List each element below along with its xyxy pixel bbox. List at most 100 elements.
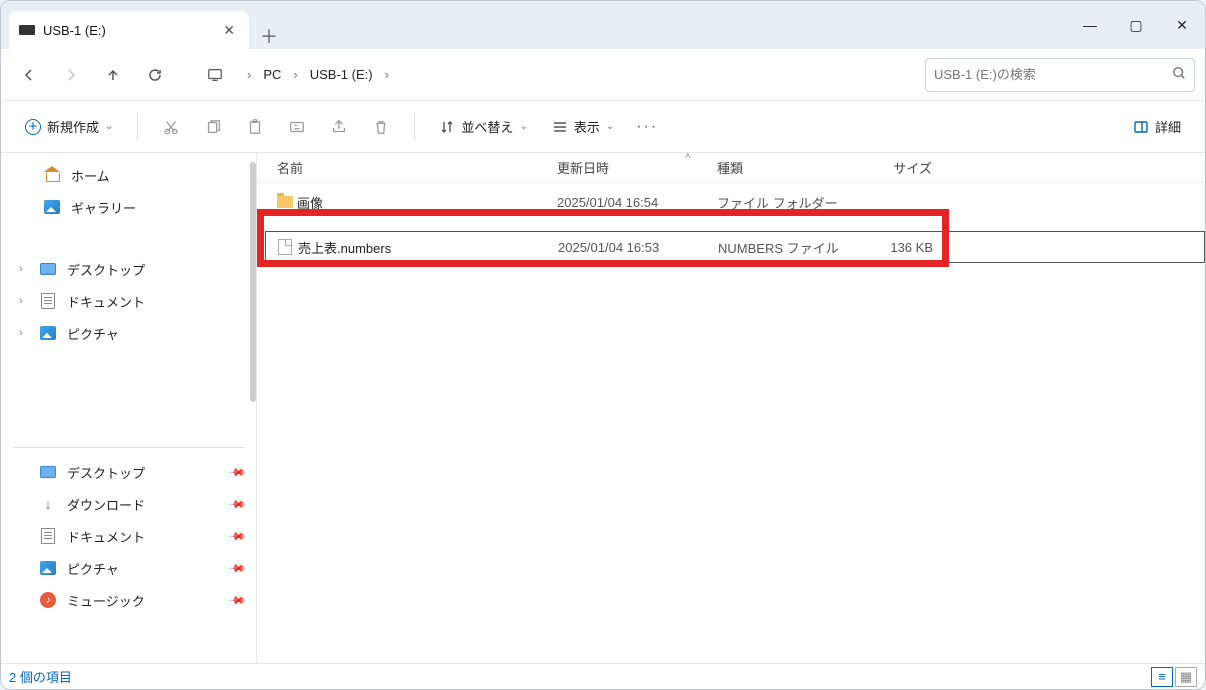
column-headers: ˄ 名前 更新日時 種類 サイズ bbox=[257, 153, 1205, 183]
titlebar: USB-1 (E:) ✕ ＋ — ▢ ✕ bbox=[1, 1, 1205, 49]
sidebar-label: ピクチャ bbox=[67, 559, 119, 578]
sidebar-quick-desktop[interactable]: デスクトップ 📌 bbox=[1, 456, 256, 488]
close-window-button[interactable]: ✕ bbox=[1159, 1, 1205, 49]
table-row[interactable]: 売上表.numbers 2025/01/04 16:53 NUMBERS ファイ… bbox=[265, 231, 1205, 263]
file-date: 2025/01/04 16:53 bbox=[558, 240, 718, 255]
search-box[interactable] bbox=[925, 58, 1195, 92]
icons-view-button[interactable]: ▦ bbox=[1175, 667, 1197, 687]
address-bar-row: › PC › USB-1 (E:) › bbox=[1, 49, 1205, 101]
chevron-right-icon[interactable]: › bbox=[383, 67, 391, 82]
file-type: ファイル フォルダー bbox=[717, 193, 852, 212]
sidebar-label: デスクトップ bbox=[67, 260, 145, 279]
breadcrumb-drive[interactable]: USB-1 (E:) bbox=[302, 61, 381, 88]
pin-icon: 📌 bbox=[228, 527, 247, 546]
sidebar-quick-downloads[interactable]: ↓ ダウンロード 📌 bbox=[1, 488, 256, 520]
delete-button[interactable] bbox=[362, 108, 400, 146]
drive-icon bbox=[19, 25, 35, 35]
up-button[interactable] bbox=[95, 57, 131, 93]
divider bbox=[13, 447, 244, 448]
chevron-right-icon[interactable]: › bbox=[245, 67, 253, 82]
maximize-button[interactable]: ▢ bbox=[1113, 1, 1159, 49]
explorer-window: USB-1 (E:) ✕ ＋ — ▢ ✕ › PC › USB-1 (E:) › bbox=[0, 0, 1206, 690]
rows-container: 画像 2025/01/04 16:54 ファイル フォルダー 売上表.numbe… bbox=[257, 183, 1205, 663]
desktop-icon bbox=[39, 463, 57, 481]
column-date[interactable]: 更新日時 bbox=[557, 158, 717, 177]
sidebar-label: ミュージック bbox=[67, 591, 145, 610]
close-tab-icon[interactable]: ✕ bbox=[219, 22, 239, 39]
new-tab-button[interactable]: ＋ bbox=[249, 23, 289, 49]
rename-button[interactable] bbox=[278, 108, 316, 146]
sidebar-documents[interactable]: › ドキュメント bbox=[1, 285, 256, 317]
view-icon bbox=[552, 119, 568, 135]
table-row[interactable]: 画像 2025/01/04 16:54 ファイル フォルダー bbox=[265, 187, 1205, 217]
more-button[interactable]: ··· bbox=[628, 108, 666, 146]
sidebar-home[interactable]: ホーム bbox=[1, 159, 256, 191]
expand-icon[interactable]: › bbox=[19, 327, 23, 339]
tab-title: USB-1 (E:) bbox=[43, 23, 211, 38]
file-date: 2025/01/04 16:54 bbox=[557, 195, 717, 210]
sidebar-pictures[interactable]: › ピクチャ bbox=[1, 317, 256, 349]
view-mode-buttons: ≡ ▦ bbox=[1151, 667, 1197, 687]
sidebar-scrollbar[interactable] bbox=[250, 162, 256, 402]
chevron-down-icon: ⌄ bbox=[606, 121, 614, 132]
folder-icon bbox=[277, 196, 297, 208]
breadcrumb-pc[interactable]: PC bbox=[255, 61, 289, 88]
status-bar: 2 個の項目 ≡ ▦ bbox=[1, 663, 1205, 689]
details-view-button[interactable]: ≡ bbox=[1151, 667, 1173, 687]
home-icon bbox=[43, 166, 61, 184]
minimize-button[interactable]: — bbox=[1067, 1, 1113, 49]
pictures-icon bbox=[39, 559, 57, 577]
document-icon bbox=[39, 292, 57, 310]
sidebar-quick-pictures[interactable]: ピクチャ 📌 bbox=[1, 552, 256, 584]
pin-icon: 📌 bbox=[228, 463, 247, 482]
file-size: 136 KB bbox=[853, 240, 933, 255]
share-button[interactable] bbox=[320, 108, 358, 146]
sidebar-label: ホーム bbox=[71, 166, 110, 185]
separator bbox=[137, 114, 138, 140]
pc-icon[interactable] bbox=[197, 57, 233, 93]
column-name[interactable]: 名前 bbox=[277, 158, 557, 177]
refresh-button[interactable] bbox=[137, 57, 173, 93]
desktop-icon bbox=[39, 260, 57, 278]
sidebar-label: ダウンロード bbox=[67, 495, 145, 514]
sort-indicator-icon: ˄ bbox=[685, 151, 691, 162]
gallery-icon bbox=[43, 198, 61, 216]
sort-label: 並べ替え bbox=[461, 117, 513, 136]
view-button[interactable]: 表示 ⌄ bbox=[542, 111, 624, 142]
search-icon[interactable] bbox=[1172, 66, 1186, 83]
sidebar: ホーム ギャラリー › デスクトップ › ドキュメント › ピクチャ bbox=[1, 153, 257, 663]
column-size[interactable]: サイズ bbox=[852, 158, 932, 177]
forward-button[interactable] bbox=[53, 57, 89, 93]
file-name: 売上表.numbers bbox=[298, 238, 558, 257]
sort-button[interactable]: 並べ替え ⌄ bbox=[429, 111, 537, 142]
new-button[interactable]: + 新規作成 ⌄ bbox=[15, 111, 123, 142]
file-name: 画像 bbox=[297, 193, 557, 212]
view-label: 表示 bbox=[574, 117, 600, 136]
chevron-right-icon[interactable]: › bbox=[291, 67, 299, 82]
sidebar-label: ピクチャ bbox=[67, 324, 119, 343]
sidebar-label: ドキュメント bbox=[67, 527, 145, 546]
search-input[interactable] bbox=[934, 67, 1166, 82]
expand-icon[interactable]: › bbox=[19, 263, 23, 275]
paste-button[interactable] bbox=[236, 108, 274, 146]
tab-active[interactable]: USB-1 (E:) ✕ bbox=[9, 11, 249, 49]
back-button[interactable] bbox=[11, 57, 47, 93]
sidebar-quick-documents[interactable]: ドキュメント 📌 bbox=[1, 520, 256, 552]
item-count: 2 個の項目 bbox=[9, 667, 72, 686]
document-icon bbox=[39, 527, 57, 545]
sort-icon bbox=[439, 119, 455, 135]
pin-icon: 📌 bbox=[228, 591, 247, 610]
expand-icon[interactable]: › bbox=[19, 295, 23, 307]
pin-icon: 📌 bbox=[228, 559, 247, 578]
sidebar-quick-music[interactable]: ♪ ミュージック 📌 bbox=[1, 584, 256, 616]
sidebar-desktop[interactable]: › デスクトップ bbox=[1, 253, 256, 285]
copy-button[interactable] bbox=[194, 108, 232, 146]
details-pane-button[interactable]: 詳細 bbox=[1123, 111, 1191, 142]
sidebar-label: ドキュメント bbox=[67, 292, 145, 311]
plus-circle-icon: + bbox=[25, 119, 41, 135]
sidebar-label: ギャラリー bbox=[71, 198, 136, 217]
sidebar-gallery[interactable]: ギャラリー bbox=[1, 191, 256, 223]
column-type[interactable]: 種類 bbox=[717, 158, 852, 177]
details-icon bbox=[1133, 119, 1149, 135]
cut-button[interactable] bbox=[152, 108, 190, 146]
